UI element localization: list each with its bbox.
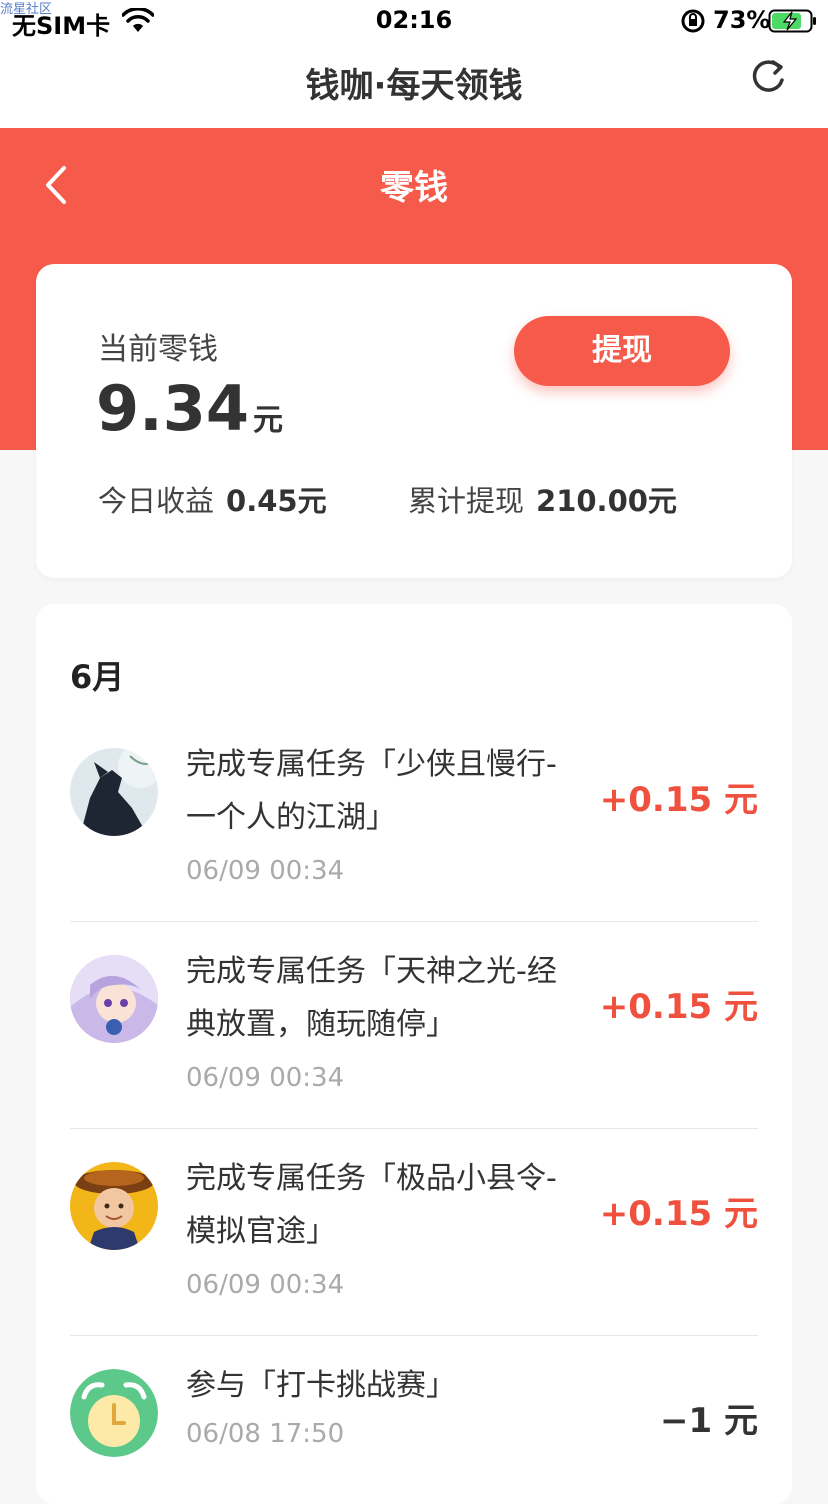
alarm-clock-icon bbox=[70, 1369, 158, 1457]
divider bbox=[70, 921, 758, 922]
today-earnings: 今日收益 0.45元 bbox=[98, 478, 327, 520]
balance-value: 9.34 bbox=[96, 372, 249, 445]
list-item[interactable]: 参与「打卡挑战赛」 06/08 17:50 −1 元 bbox=[70, 1359, 758, 1499]
total-withdrawn-label: 累计提现 bbox=[408, 484, 525, 518]
rotation-lock-icon bbox=[681, 9, 705, 33]
transaction-time: 06/09 00:34 bbox=[186, 856, 345, 886]
status-bar: 流星社区 无SIM卡 02:16 73% bbox=[0, 0, 828, 40]
transaction-list: 6月 完成专属任务「少侠且慢行-一个人的江湖」 06/09 00:34 +0.1… bbox=[36, 604, 792, 1504]
game-avatar-shaoxia bbox=[70, 748, 158, 836]
transaction-desc: 完成专属任务「天神之光-经典放置，随玩随停」 bbox=[186, 954, 557, 1042]
balance-card: 当前零钱 9.34 元 提现 今日收益 0.45元 累计提现 210.00元 bbox=[36, 264, 792, 578]
transaction-amount: −1 元 bbox=[660, 1401, 758, 1441]
list-item[interactable]: 完成专属任务「天神之光-经典放置，随玩随停」 06/09 00:34 +0.15… bbox=[70, 945, 758, 1152]
divider bbox=[70, 1128, 758, 1129]
transaction-desc: 完成专属任务「少侠且慢行-一个人的江湖」 bbox=[186, 747, 557, 835]
total-withdrawn: 累计提现 210.00元 bbox=[408, 478, 677, 520]
transaction-time: 06/09 00:34 bbox=[186, 1270, 345, 1300]
today-earnings-value: 0.45元 bbox=[226, 484, 327, 518]
list-item[interactable]: 完成专属任务「少侠且慢行-一个人的江湖」 06/09 00:34 +0.15 元 bbox=[70, 738, 758, 945]
balance-unit: 元 bbox=[252, 403, 283, 438]
app-bar: 钱咖·每天领钱 bbox=[0, 40, 828, 128]
list-item[interactable]: 完成专属任务「极品小县令-模拟官途」 06/09 00:34 +0.15 元 bbox=[70, 1152, 758, 1359]
battery-charging-icon bbox=[768, 9, 816, 33]
withdraw-button[interactable]: 提现 bbox=[514, 316, 730, 386]
game-avatar-tianshen bbox=[70, 955, 158, 1043]
transaction-amount: +0.15 元 bbox=[599, 780, 758, 820]
total-withdrawn-value: 210.00元 bbox=[536, 484, 677, 518]
game-avatar-xianling bbox=[70, 1162, 158, 1250]
divider bbox=[70, 1335, 758, 1336]
transaction-desc: 完成专属任务「极品小县令-模拟官途」 bbox=[186, 1161, 557, 1249]
month-header: 6月 bbox=[70, 658, 125, 696]
transaction-time: 06/09 00:34 bbox=[186, 1063, 345, 1093]
app-title: 钱咖·每天领钱 bbox=[305, 66, 523, 106]
refresh-icon[interactable] bbox=[746, 56, 790, 100]
page-title: 零钱 bbox=[380, 168, 448, 208]
today-earnings-label: 今日收益 bbox=[98, 484, 215, 518]
transaction-amount: +0.15 元 bbox=[599, 1194, 758, 1234]
balance-amount: 9.34 元 bbox=[96, 372, 283, 445]
battery-percent: 73% bbox=[713, 6, 771, 34]
balance-label: 当前零钱 bbox=[98, 332, 218, 367]
transaction-time: 06/08 17:50 bbox=[186, 1419, 345, 1449]
transaction-amount: +0.15 元 bbox=[599, 987, 758, 1027]
transaction-desc: 参与「打卡挑战赛」 bbox=[186, 1368, 456, 1403]
